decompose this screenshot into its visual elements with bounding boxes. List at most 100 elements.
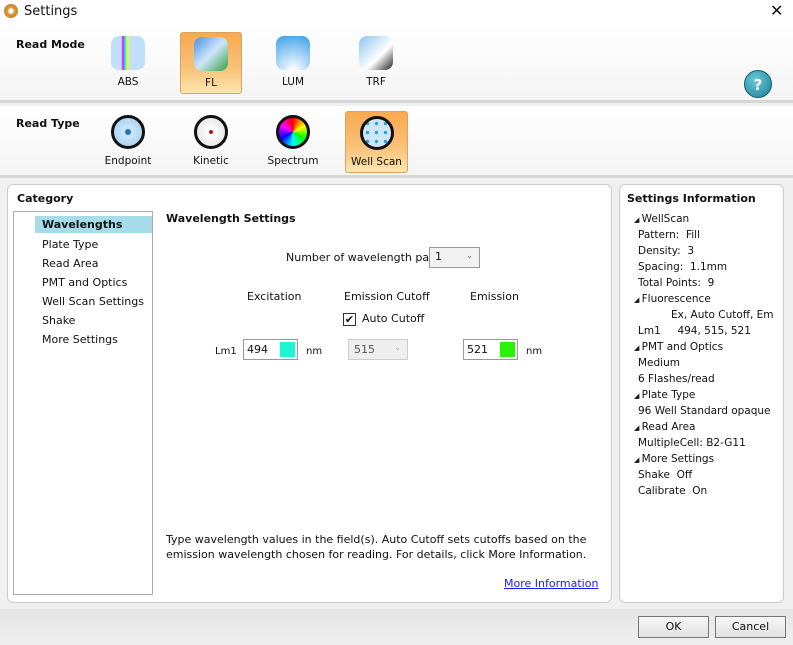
cutoff-select[interactable]: 515 ⌄ bbox=[348, 339, 408, 360]
info-line: Calibrate On bbox=[638, 485, 707, 497]
read-type-well-scan[interactable]: Well Scan bbox=[345, 111, 408, 173]
info-section-header[interactable]: ◢ PMT and Optics bbox=[634, 341, 723, 353]
settings-information-title: Settings Information bbox=[627, 192, 756, 205]
info-text: 6 Flashes/read bbox=[638, 373, 715, 385]
category-well-scan-settings[interactable]: Well Scan Settings bbox=[35, 293, 165, 310]
category-shake[interactable]: Shake bbox=[35, 312, 165, 329]
cancel-button[interactable]: Cancel bbox=[715, 616, 786, 638]
info-text: Lm1 494, 515, 521 bbox=[638, 325, 751, 337]
expand-triangle-icon[interactable]: ◢ bbox=[634, 296, 642, 304]
abs-icon bbox=[111, 36, 145, 70]
info-text: Calibrate On bbox=[638, 485, 708, 497]
info-line: Total Points: 9 bbox=[638, 277, 714, 289]
label: ABS bbox=[117, 76, 139, 88]
info-text: Pattern: Fill bbox=[638, 229, 701, 241]
info-text: Medium bbox=[638, 357, 680, 369]
info-text: Fluorescence bbox=[641, 293, 711, 305]
auto-cutoff-label: Auto Cutoff bbox=[362, 312, 425, 325]
lum-icon bbox=[276, 36, 310, 70]
info-line: Shake Off bbox=[638, 469, 692, 481]
info-line: Spacing: 1.1mm bbox=[638, 261, 727, 273]
spectrum-icon bbox=[276, 115, 310, 149]
info-section-header[interactable]: ◢ Read Area bbox=[634, 421, 696, 433]
info-text: PMT and Optics bbox=[641, 341, 724, 353]
emission-cutoff-header: Emission Cutoff bbox=[344, 290, 430, 303]
help-text: Type wavelength values in the field(s). … bbox=[166, 533, 587, 561]
settings-gear-icon bbox=[4, 4, 18, 18]
info-section-header[interactable]: ◢ Fluorescence bbox=[634, 293, 711, 305]
excitation-input[interactable]: 494 bbox=[243, 339, 298, 360]
read-mode-abs[interactable]: ABS bbox=[97, 32, 159, 94]
info-line: Pattern: Fill bbox=[638, 229, 700, 241]
label: Endpoint bbox=[104, 155, 152, 167]
category-pmt-optics[interactable]: PMT and Optics bbox=[35, 274, 165, 291]
info-text: Ex, Auto Cutoff, Em bbox=[671, 309, 774, 321]
info-text: Spacing: 1.1mm bbox=[638, 261, 728, 273]
category-plate-type[interactable]: Plate Type bbox=[35, 236, 165, 253]
ok-button[interactable]: OK bbox=[638, 616, 709, 638]
read-type-spectrum[interactable]: Spectrum bbox=[262, 111, 324, 173]
info-text: 96 Well Standard opaque bbox=[638, 405, 771, 417]
excitation-value: 494 bbox=[247, 343, 268, 356]
info-section-header[interactable]: ◢ More Settings bbox=[634, 453, 714, 465]
emission-input[interactable]: 521 bbox=[463, 339, 518, 360]
info-line: 96 Well Standard opaque bbox=[638, 405, 771, 417]
label: FL bbox=[205, 77, 217, 89]
pairs-select[interactable]: 1 ⌄ bbox=[429, 247, 480, 268]
info-text: Total Points: 9 bbox=[638, 277, 715, 289]
window-title: Settings bbox=[24, 4, 78, 19]
chevron-down-icon: ⌄ bbox=[394, 343, 401, 352]
label: Well Scan bbox=[351, 156, 402, 168]
pairs-value: 1 bbox=[435, 250, 442, 263]
emission-header: Emission bbox=[470, 290, 519, 303]
help-button[interactable]: ? bbox=[744, 70, 772, 98]
category-wavelengths[interactable]: Wavelengths bbox=[35, 216, 152, 233]
chevron-down-icon: ⌄ bbox=[466, 251, 473, 260]
expand-triangle-icon[interactable]: ◢ bbox=[634, 216, 642, 224]
info-text: Read Area bbox=[641, 421, 696, 433]
label: TRF bbox=[366, 76, 386, 88]
footer: OK Cancel bbox=[0, 609, 793, 645]
info-text: WellScan bbox=[641, 213, 690, 225]
close-icon[interactable]: ✕ bbox=[770, 1, 783, 20]
category-title: Category bbox=[17, 192, 74, 205]
expand-triangle-icon[interactable]: ◢ bbox=[634, 456, 642, 464]
read-mode-fl[interactable]: FL bbox=[180, 32, 242, 94]
info-section-header[interactable]: ◢ WellScan bbox=[634, 213, 689, 225]
read-mode-label: Read Mode bbox=[16, 38, 85, 51]
read-type-label: Read Type bbox=[16, 117, 80, 130]
info-text: Shake Off bbox=[638, 469, 693, 481]
info-text: Density: 3 bbox=[638, 245, 695, 257]
read-mode-lum[interactable]: LUM bbox=[262, 32, 324, 94]
label: Kinetic bbox=[193, 155, 229, 167]
info-text: Plate Type bbox=[641, 389, 696, 401]
auto-cutoff-checkbox[interactable]: ✔ bbox=[343, 313, 356, 326]
excitation-header: Excitation bbox=[247, 290, 302, 303]
label: Spectrum bbox=[267, 155, 319, 167]
wavelength-settings-title: Wavelength Settings bbox=[166, 212, 296, 225]
excitation-unit: nm bbox=[306, 346, 323, 357]
cutoff-value: 515 bbox=[354, 343, 375, 356]
info-line: Ex, Auto Cutoff, Em bbox=[671, 309, 774, 321]
more-information-link[interactable]: More Information bbox=[504, 577, 598, 590]
title-bar: Settings ✕ bbox=[0, 0, 793, 24]
expand-triangle-icon[interactable]: ◢ bbox=[634, 344, 642, 352]
read-type-kinetic[interactable]: Kinetic bbox=[180, 111, 242, 173]
trf-icon bbox=[359, 36, 393, 70]
expand-triangle-icon[interactable]: ◢ bbox=[634, 392, 642, 400]
emission-unit: nm bbox=[526, 346, 543, 357]
label: LUM bbox=[281, 76, 305, 88]
settings-information-panel: Settings Information ◢ WellScan Pattern: … bbox=[619, 184, 784, 603]
info-text: More Settings bbox=[641, 453, 715, 465]
category-read-area[interactable]: Read Area bbox=[35, 255, 165, 272]
info-line: 6 Flashes/read bbox=[638, 373, 715, 385]
expand-triangle-icon[interactable]: ◢ bbox=[634, 424, 642, 432]
info-section-header[interactable]: ◢ Plate Type bbox=[634, 389, 695, 401]
info-line: Lm1 494, 515, 521 bbox=[638, 325, 751, 337]
read-type-endpoint[interactable]: Endpoint bbox=[97, 111, 159, 173]
endpoint-icon bbox=[111, 115, 145, 149]
category-more-settings[interactable]: More Settings bbox=[35, 331, 165, 348]
info-line: MultipleCell: B2-G11 bbox=[638, 437, 746, 449]
excitation-color-swatch bbox=[280, 342, 295, 357]
read-mode-trf[interactable]: TRF bbox=[345, 32, 407, 94]
